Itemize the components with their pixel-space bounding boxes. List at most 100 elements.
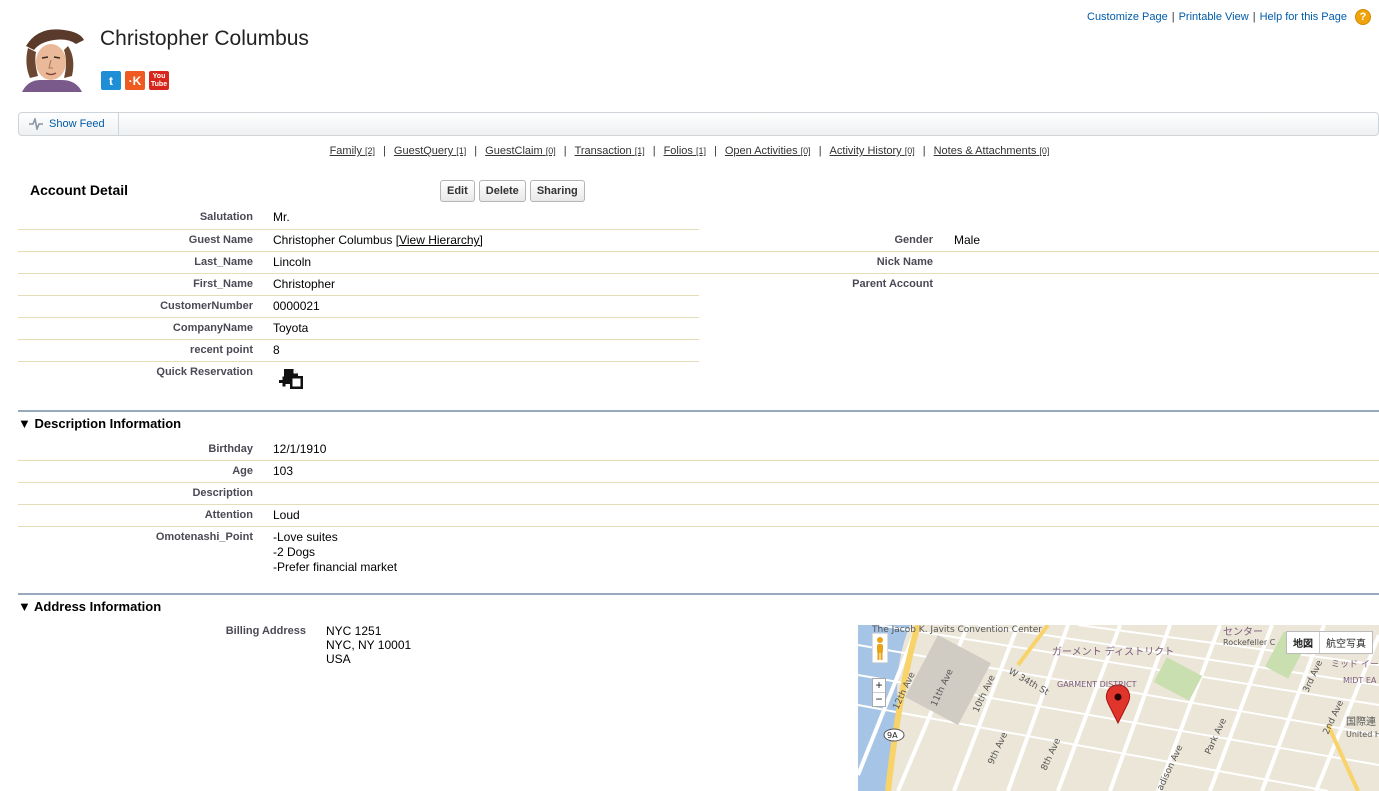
related-link-activity-history[interactable]: Activity History [0] bbox=[830, 145, 915, 157]
recent-point-label: recent point bbox=[190, 344, 253, 356]
delete-button[interactable]: Delete bbox=[478, 180, 526, 202]
omotenashi-value: -Love suites -2 Dogs -Prefer financial m… bbox=[273, 530, 397, 575]
related-link-guestquery[interactable]: GuestQuery [1] bbox=[394, 145, 466, 157]
company-name-value: Toyota bbox=[273, 321, 309, 335]
map-type-control: 地図 航空写真 bbox=[1286, 631, 1373, 654]
parent-account-label: Parent Account bbox=[852, 278, 933, 290]
twitter-icon[interactable]: t bbox=[101, 71, 121, 90]
youtube-icon-bottom: Tube bbox=[150, 80, 168, 88]
related-link-count: [0] bbox=[545, 146, 556, 156]
detail-buttons: Edit Delete Sharing bbox=[440, 180, 585, 202]
quick-reservation-icon[interactable] bbox=[277, 367, 305, 391]
route-9a-label: 9A bbox=[887, 731, 898, 740]
printable-view-link[interactable]: Printable View bbox=[1179, 11, 1249, 23]
billing-line: NYC 1251 bbox=[326, 624, 382, 638]
related-link-separator: | bbox=[474, 145, 478, 157]
row-divider bbox=[18, 339, 699, 340]
map-label-javits: The Jacob K. Javits Convention Center bbox=[871, 625, 1042, 635]
collapse-triangle-icon[interactable]: ▼ bbox=[18, 599, 31, 614]
related-link-count: [1] bbox=[456, 146, 467, 156]
customize-page-link[interactable]: Customize Page bbox=[1087, 11, 1168, 23]
account-detail-title: Account Detail bbox=[30, 182, 129, 198]
first-name-label: First_Name bbox=[193, 278, 253, 290]
billing-line: NYC, NY 10001 bbox=[326, 638, 412, 652]
billing-line: USA bbox=[326, 652, 351, 666]
last-name-value: Lincoln bbox=[273, 255, 312, 269]
nick-name-label: Nick Name bbox=[876, 256, 933, 268]
row-divider bbox=[18, 504, 1379, 505]
top-links-separator: | bbox=[1252, 11, 1256, 23]
zoom-out-button[interactable]: − bbox=[873, 693, 885, 706]
show-feed-button[interactable]: Show Feed bbox=[19, 113, 119, 135]
map-label-midtown-en: MIDT EA bbox=[1343, 676, 1377, 685]
related-link-label: Open Activities bbox=[724, 145, 798, 157]
related-link-family[interactable]: Family [2] bbox=[330, 145, 375, 157]
related-link-label: GuestQuery bbox=[393, 145, 454, 157]
related-link-count: [1] bbox=[634, 146, 645, 156]
row-divider bbox=[18, 229, 699, 230]
map-type-map-button[interactable]: 地図 bbox=[1287, 632, 1319, 653]
omotenashi-line: -Prefer financial market bbox=[273, 560, 398, 574]
zoom-in-button[interactable]: + bbox=[873, 679, 885, 693]
page-title: Christopher Columbus bbox=[100, 27, 309, 50]
age-label: Age bbox=[232, 465, 253, 477]
youtube-icon[interactable]: You Tube bbox=[149, 71, 169, 90]
related-link-separator: | bbox=[383, 145, 386, 157]
description-section-header[interactable]: ▼ Description Information bbox=[18, 410, 1379, 431]
salutation-value: Mr. bbox=[273, 210, 290, 224]
quick-reservation-label: Quick Reservation bbox=[156, 366, 253, 378]
pegman-icon[interactable] bbox=[872, 633, 888, 663]
company-name-label: CompanyName bbox=[172, 322, 253, 334]
related-link-separator: | bbox=[652, 145, 656, 157]
edit-button[interactable]: Edit bbox=[440, 180, 475, 202]
related-link-label: Family bbox=[329, 145, 362, 157]
related-link-folios[interactable]: Folios [1] bbox=[664, 145, 706, 157]
map-zoom-control: + − bbox=[872, 678, 886, 707]
description-label: Description bbox=[192, 487, 253, 499]
map-label-un-jp: 国際連 bbox=[1346, 715, 1376, 728]
gender-value: Male bbox=[954, 233, 981, 247]
related-link-separator: | bbox=[922, 145, 926, 157]
address-section-title: Address Information bbox=[34, 599, 162, 614]
related-link-separator: | bbox=[818, 145, 822, 157]
top-links: Customize Page | Printable View | Help f… bbox=[1087, 9, 1371, 25]
row-divider bbox=[18, 361, 699, 362]
related-link-count: [1] bbox=[695, 146, 706, 156]
description-section-title: Description Information bbox=[34, 416, 182, 431]
attention-value: Loud bbox=[273, 508, 300, 522]
top-links-separator: | bbox=[1171, 11, 1175, 23]
help-icon[interactable]: ? bbox=[1355, 9, 1371, 25]
related-link-label: Transaction bbox=[574, 145, 632, 157]
map-type-satellite-button[interactable]: 航空写真 bbox=[1319, 632, 1372, 653]
view-hierarchy-link[interactable]: [View Hierarchy] bbox=[396, 233, 483, 247]
related-link-count: [0] bbox=[1039, 146, 1050, 156]
related-link-separator: | bbox=[563, 145, 567, 157]
related-link-transaction[interactable]: Transaction [1] bbox=[575, 145, 645, 157]
collapse-triangle-icon[interactable]: ▼ bbox=[18, 416, 31, 431]
feed-icon bbox=[29, 118, 43, 130]
row-divider bbox=[18, 460, 1379, 461]
guest-name-text: Christopher Columbus bbox=[273, 233, 393, 247]
recent-point-value: 8 bbox=[273, 343, 280, 357]
related-link-count: [0] bbox=[904, 146, 915, 156]
customer-number-value: 0000021 bbox=[273, 299, 320, 313]
related-link-open-activities[interactable]: Open Activities [0] bbox=[725, 145, 811, 157]
address-section-header[interactable]: ▼ Address Information bbox=[18, 593, 1379, 614]
klout-icon[interactable]: ·K bbox=[125, 71, 145, 90]
last-name-label: Last_Name bbox=[194, 256, 253, 268]
related-link-notes-attachments[interactable]: Notes & Attachments [0] bbox=[934, 145, 1050, 157]
related-link-label: Folios bbox=[663, 145, 693, 157]
help-link[interactable]: Help for this Page bbox=[1260, 11, 1347, 23]
related-link-label: Notes & Attachments bbox=[933, 145, 1037, 157]
address-map[interactable]: The Jacob K. Javits Convention Center ガー… bbox=[858, 625, 1379, 791]
map-label-garment-en: GARMENT DISTRICT bbox=[1057, 680, 1137, 689]
row-divider bbox=[18, 526, 1379, 527]
map-label-un-en: United Headqu bbox=[1346, 730, 1379, 739]
omotenashi-label: Omotenashi_Point bbox=[155, 531, 253, 543]
row-divider bbox=[18, 317, 699, 318]
omotenashi-line: -2 Dogs bbox=[273, 545, 316, 559]
omotenashi-line: -Love suites bbox=[273, 530, 338, 544]
sharing-button[interactable]: Sharing bbox=[529, 180, 585, 202]
related-link-guestclaim[interactable]: GuestClaim [0] bbox=[485, 145, 556, 157]
billing-address-label: Billing Address bbox=[225, 625, 306, 637]
